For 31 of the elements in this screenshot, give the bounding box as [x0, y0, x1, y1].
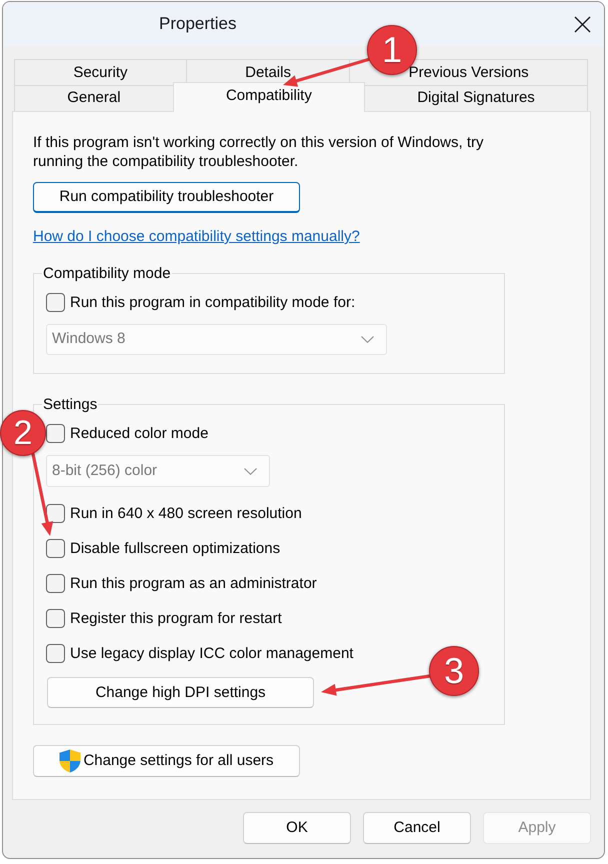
help-link[interactable]: How do I choose compatibility settings manually?: [33, 228, 360, 245]
all-users-button[interactable]: Change settings for all users: [33, 745, 300, 777]
dialog-button[interactable]: OK: [243, 812, 351, 844]
description-text: If this program isn't working correctly on this version of Windows, try running the compatibility troubleshooter.: [33, 133, 485, 171]
settings-button[interactable]: Change high DPI settings: [47, 677, 314, 708]
checkbox[interactable]: [46, 609, 65, 628]
group-label: Compatibility mode: [42, 264, 172, 283]
close-icon[interactable]: [574, 16, 591, 32]
checkbox-label[interactable]: Reduced color mode: [70, 424, 208, 443]
tab[interactable]: Compatibility: [172, 82, 366, 112]
chevron-down-icon: [361, 336, 374, 343]
checkbox-label[interactable]: Use legacy display ICC color management: [70, 644, 354, 663]
checkbox-label[interactable]: Run in 640 x 480 screen resolution: [70, 504, 302, 523]
tab[interactable]: Security: [14, 59, 187, 86]
checkbox[interactable]: [46, 504, 65, 523]
troubleshooter-button[interactable]: Run compatibility troubleshooter: [33, 182, 300, 213]
checkbox-label[interactable]: Disable fullscreen optimizations: [70, 539, 280, 558]
tab[interactable]: General: [14, 85, 174, 111]
tab[interactable]: Digital Signatures: [364, 85, 588, 111]
checkbox-label[interactable]: Run this program in compatibility mode for:: [70, 293, 356, 312]
checkbox[interactable]: [46, 644, 65, 663]
checkbox-label[interactable]: Register this program for restart: [70, 609, 282, 628]
checkbox[interactable]: [46, 293, 65, 312]
checkbox[interactable]: [46, 574, 65, 593]
checkbox[interactable]: [46, 424, 65, 443]
dialog-button[interactable]: Cancel: [363, 812, 471, 844]
chevron-down-icon: [244, 468, 257, 474]
window-title: Properties: [159, 14, 236, 34]
checkbox-label[interactable]: Run this program as an administrator: [70, 574, 317, 593]
checkbox[interactable]: [46, 539, 65, 558]
shield-icon: [59, 749, 82, 773]
